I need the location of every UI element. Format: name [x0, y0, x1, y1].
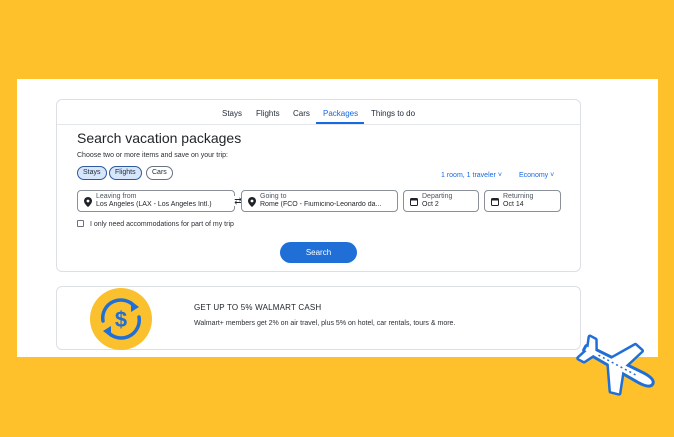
package-subtitle: Choose two or more items and save on you… — [77, 152, 228, 159]
going-to-label: Going to — [260, 193, 287, 200]
chip-stays[interactable]: Stays — [77, 166, 107, 180]
chip-cars[interactable]: Cars — [146, 166, 173, 180]
svg-text:$: $ — [115, 307, 127, 332]
cabin-class-dropdown[interactable]: Economy ˅ — [519, 172, 554, 179]
departing-value: Oct 2 — [422, 201, 439, 208]
tab-bar: Stays Flights Cars Packages Things to do — [57, 100, 580, 125]
tab-stays[interactable]: Stays — [222, 109, 242, 118]
tab-flights[interactable]: Flights — [256, 109, 280, 118]
returning-date-field[interactable]: Returning Oct 14 — [484, 190, 561, 212]
partial-accommodation-option[interactable]: I only need accommodations for part of m… — [77, 220, 234, 228]
leaving-from-field[interactable]: Leaving from Los Angeles (LAX - Los Ange… — [77, 190, 235, 212]
travelers-dropdown[interactable]: 1 room, 1 traveler ˅ — [441, 172, 502, 179]
chevron-down-icon: ˅ — [550, 172, 555, 179]
active-tab-indicator — [316, 122, 364, 124]
tab-packages[interactable]: Packages — [323, 109, 358, 118]
travelers-label: 1 room, 1 traveler — [441, 172, 496, 179]
leaving-from-value: Los Angeles (LAX - Los Angeles Intl.) — [96, 201, 212, 208]
map-pin-icon — [248, 197, 256, 207]
page-title: Search vacation packages — [77, 130, 242, 146]
chip-flights[interactable]: Flights — [109, 166, 142, 180]
departing-label: Departing — [422, 193, 453, 200]
dollar-cycle-icon: $ — [90, 288, 152, 350]
going-to-value: Rome (FCO - Fiumicino-Leonardo da... — [260, 201, 382, 208]
chevron-down-icon: ˅ — [497, 172, 502, 179]
calendar-icon — [410, 198, 418, 206]
promo-title: GET UP TO 5% WALMART CASH — [194, 303, 322, 312]
tab-things-to-do[interactable]: Things to do — [371, 109, 415, 118]
promo-banner: $ GET UP TO 5% WALMART CASH Walmart+ mem… — [56, 286, 581, 350]
map-pin-icon — [84, 197, 92, 207]
leaving-from-label: Leaving from — [96, 193, 137, 200]
calendar-icon — [491, 198, 499, 206]
airplane-icon — [576, 334, 655, 396]
cabin-class-label: Economy — [519, 172, 549, 179]
returning-label: Returning — [503, 193, 534, 200]
departing-date-field[interactable]: Departing Oct 2 — [403, 190, 479, 212]
tab-cars[interactable]: Cars — [293, 109, 310, 118]
search-card: Stays Flights Cars Packages Things to do… — [56, 99, 581, 272]
going-to-field[interactable]: Going to Rome (FCO - Fiumicino-Leonardo … — [241, 190, 398, 212]
search-button[interactable]: Search — [280, 242, 357, 263]
partial-accommodation-label: I only need accommodations for part of m… — [89, 221, 234, 228]
returning-value: Oct 14 — [503, 201, 524, 208]
promo-text: Walmart+ members get 2% on air travel, p… — [194, 320, 456, 327]
partial-accommodation-checkbox[interactable] — [77, 220, 84, 227]
